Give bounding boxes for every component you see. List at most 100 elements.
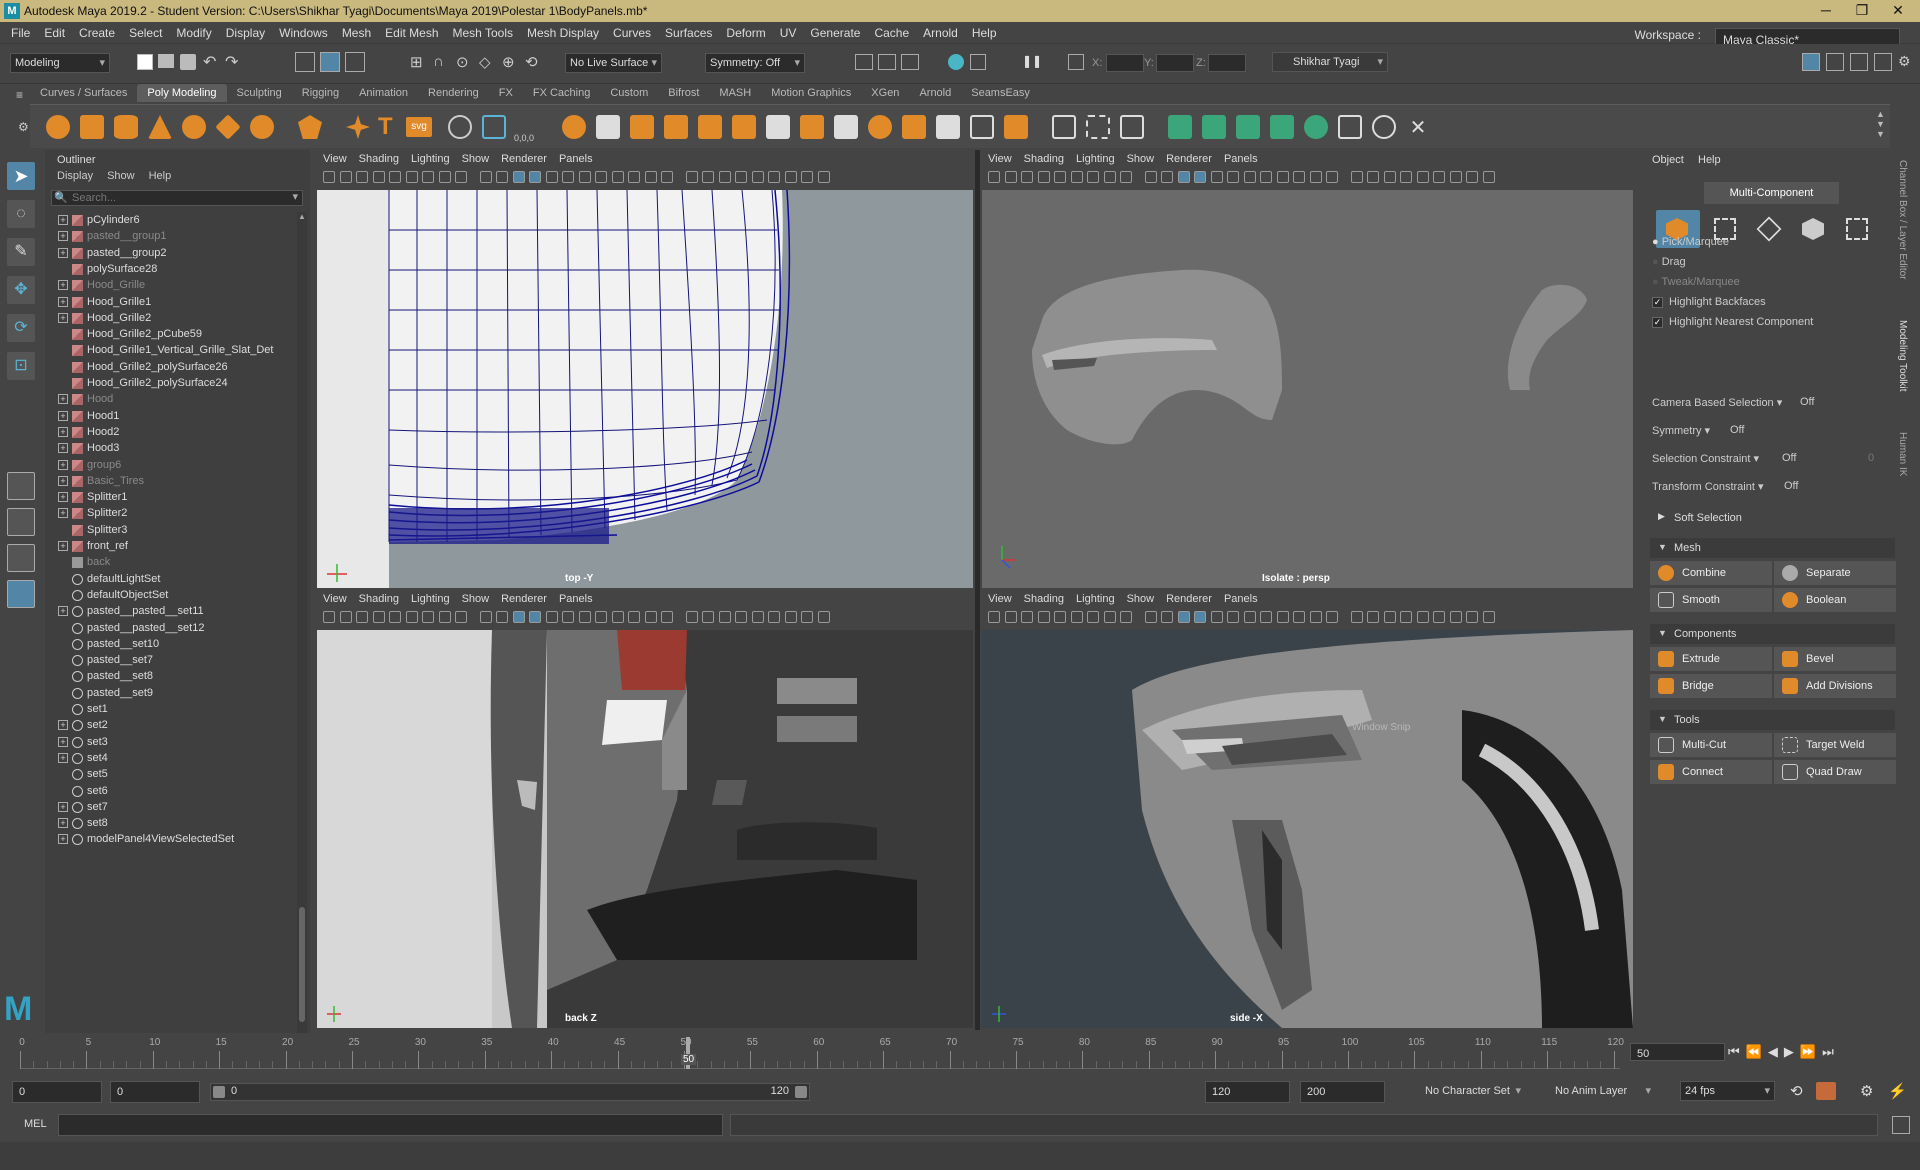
expand-icon[interactable]: + [58,752,68,763]
expand-icon[interactable]: + [58,410,68,421]
expand-icon[interactable]: + [58,541,68,551]
panel-toolbar-icon[interactable] [1466,611,1478,623]
live-surface-dropdown[interactable]: No Live Surface [565,53,662,73]
viewport-top-view[interactable]: top -Y [317,190,973,588]
tweak-marquee-option[interactable]: ● Tweak/Marquee [1652,276,1740,288]
panel-toolbar-icon[interactable] [529,171,541,183]
panel-toolbar-icon[interactable] [545,611,558,623]
expand-icon[interactable]: + [58,394,68,405]
panel-toolbar-icon[interactable] [1177,611,1190,623]
symmetry-dropdown[interactable]: Symmetry: Off [705,53,805,73]
panel-toolbar-icon[interactable] [422,171,434,183]
uv-layout-shelf-icon[interactable] [1372,115,1396,139]
bevel-button[interactable]: Bevel [1774,647,1896,671]
quad-draw-button[interactable]: Quad Draw [1774,760,1896,784]
uv-cut-shelf-icon[interactable] [1304,115,1328,139]
transform-field-icon[interactable] [1068,54,1084,70]
panel-toolbar-icon[interactable] [718,611,731,623]
open-scene-icon[interactable] [158,54,174,68]
panel-toolbar-icon[interactable] [1021,611,1033,623]
panel-toolbar-icon[interactable] [1326,611,1338,623]
panel-toolbar-icon[interactable] [685,611,698,623]
menu-curves[interactable]: Curves [606,22,658,40]
selection-constraint-row[interactable]: Selection Constraint ▾ [1652,452,1759,465]
center-pivot-shelf-icon[interactable] [1004,115,1028,139]
outliner-scroll-thumb[interactable] [299,907,305,1022]
uv-checker-shelf-icon[interactable] [1338,115,1362,139]
panel-menu-view[interactable]: View [988,593,1012,605]
auto-key-icon[interactable] [1816,1082,1836,1100]
panel-menu-lighting[interactable]: Lighting [1076,593,1115,605]
menu-deform[interactable]: Deform [719,22,772,40]
poly-plane-icon[interactable] [215,114,241,140]
menu-edit[interactable]: Edit [37,22,72,40]
outliner-item[interactable]: + Hood_Grille2 [45,310,293,326]
multi-cut-button[interactable]: Multi-Cut [1650,733,1772,757]
playback-speed-icon[interactable]: ⚡ [1888,1082,1907,1100]
expand-icon[interactable]: + [58,834,68,845]
panel-toolbar-icon[interactable] [751,611,764,623]
insert-edge-loop-shelf-icon[interactable] [1086,115,1110,139]
mesh-section-header[interactable]: Mesh [1650,538,1895,558]
panel-toolbar-icon[interactable] [1120,171,1132,183]
panel-toolbar-icon[interactable] [1004,171,1017,183]
panel-toolbar-icon[interactable] [1227,171,1239,183]
character-set-dropdown[interactable]: No Character Set [1405,1082,1525,1102]
uv-auto-shelf-icon[interactable] [1168,115,1192,139]
expand-icon[interactable]: + [58,426,68,437]
panel-toolbar-icon[interactable] [479,611,492,623]
shelf-tab-bifrost[interactable]: Bifrost [658,84,709,102]
highlight-backfaces-checkbox[interactable]: ✓ Highlight Backfaces [1652,296,1766,308]
expand-icon[interactable]: + [58,492,68,503]
panel-toolbar-icon[interactable] [562,611,574,623]
outliner-layout-icon[interactable] [7,580,35,608]
panel-menu-show[interactable]: Show [462,153,490,165]
menu-mesh-display[interactable]: Mesh Display [520,22,606,40]
expand-icon[interactable]: + [58,508,68,519]
symmetry-row[interactable]: Symmetry ▾ [1652,424,1710,437]
shelf-tab-motion-graphics[interactable]: Motion Graphics [761,84,861,102]
outliner-search-box[interactable]: 🔍 Search... ▾ [51,190,303,206]
outliner-item[interactable]: + set8 [45,815,293,831]
panel-toolbar-icon[interactable] [988,171,1000,183]
select-tool-icon[interactable]: ➤ [7,162,35,190]
panel-toolbar-icon[interactable] [1210,611,1223,623]
menu-surfaces[interactable]: Surfaces [658,22,719,40]
panel-toolbar-icon[interactable] [1433,611,1445,623]
shelf-tab-fx[interactable]: FX [489,84,523,102]
panel-toolbar-icon[interactable] [455,611,467,623]
close-button[interactable]: ✕ [1880,2,1916,19]
combine-shelf-icon[interactable] [562,115,586,139]
bridge-button[interactable]: Bridge [1650,674,1772,698]
panel-menu-show[interactable]: Show [1127,593,1155,605]
panel-toolbar-icon[interactable] [1400,611,1412,623]
y-field[interactable] [1156,54,1194,72]
outliner-item[interactable]: + set7 [45,799,293,815]
panel-toolbar-icon[interactable] [1144,171,1157,183]
show-modeling-toolkit-icon[interactable] [1802,53,1820,71]
timeline-ruler[interactable]: 0 5 10 15 20 25 30 35 40 45 50 55 60 65 70 75 80 85 90 95 10… [19,1035,1624,1069]
panel-toolbar-icon[interactable] [1037,611,1050,623]
panel-toolbar-icon[interactable] [1161,171,1173,183]
bridge-shelf-icon[interactable] [766,115,790,139]
outliner-item[interactable]: polySurface28 [45,261,293,277]
toolkit-menu-help[interactable]: Help [1698,154,1721,166]
poly-disc-icon[interactable] [250,115,274,139]
triangulate-shelf-icon[interactable] [936,115,960,139]
panel-toolbar-icon[interactable] [801,171,813,183]
outliner-item[interactable]: + modelPanel4ViewSelectedSet [45,831,293,847]
lasso-tool-icon[interactable]: ◌ [7,200,35,228]
menu-edit-mesh[interactable]: Edit Mesh [378,22,445,40]
snap-point-icon[interactable]: ⊙ [456,53,469,71]
panel-toolbar-icon[interactable] [1070,611,1083,623]
outliner-item[interactable]: defaultLightSet [45,571,293,587]
menu-uv[interactable]: UV [773,22,804,40]
panel-toolbar-icon[interactable] [512,611,525,623]
workspace-dropdown[interactable]: Maya Classic* [1715,27,1900,47]
outliner-item[interactable]: pasted__set9 [45,685,293,701]
shelf-tab-mash[interactable]: MASH [709,84,761,102]
workspace-selector[interactable]: Workspace : Maya Classic* [1627,24,1900,47]
panel-menu-show[interactable]: Show [462,593,490,605]
panel-menu-view[interactable]: View [323,153,347,165]
panel-toolbar-icon[interactable] [405,611,418,623]
